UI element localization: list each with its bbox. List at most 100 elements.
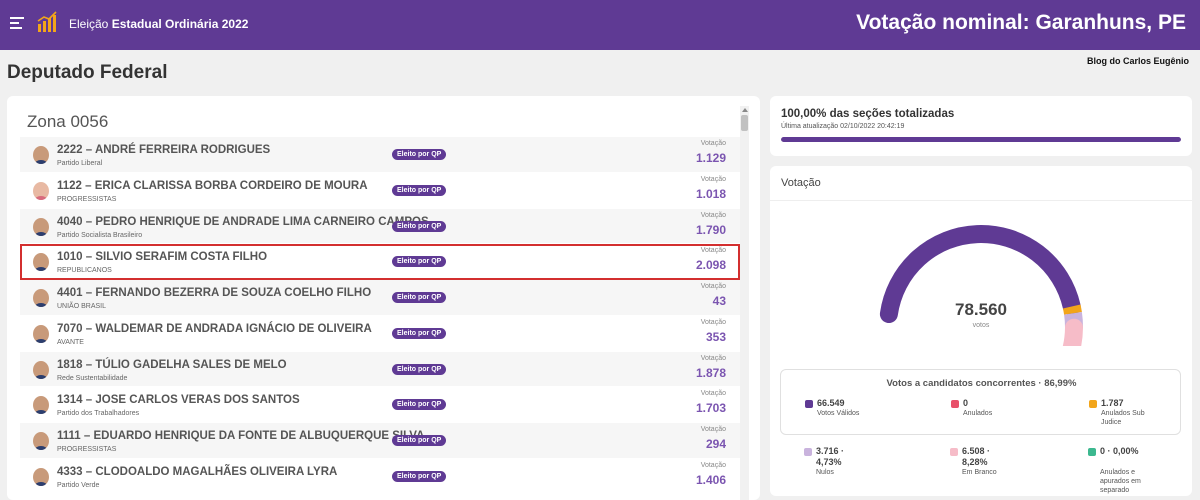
candidate-name: 4040 – PEDRO HENRIQUE DE ANDRADE LIMA CA… bbox=[57, 215, 429, 228]
legend-value: 1.787 bbox=[1101, 398, 1124, 408]
candidate-name: 4333 – CLODOALDO MAGALHÃES OLIVEIRA LYRA bbox=[57, 465, 338, 478]
legend-swatch bbox=[804, 448, 812, 456]
candidate-photo bbox=[33, 467, 49, 486]
candidate-party: Partido dos Trabalhadores bbox=[57, 410, 140, 418]
candidate-party: PROGRESSISTAS bbox=[57, 195, 117, 203]
candidate-name: 1314 – JOSE CARLOS VERAS DOS SANTOS bbox=[57, 394, 300, 407]
candidate-row[interactable]: 1314 – JOSE CARLOS VERAS DOS SANTOS Parti… bbox=[20, 387, 740, 423]
candidate-name: 1122 – ERICA CLARISSA BORBA CORDEIRO DE … bbox=[57, 179, 368, 192]
votes-label: Votação bbox=[700, 354, 726, 362]
legend-label: Anulados bbox=[963, 410, 993, 417]
candidate-name: 1010 – SILVIO SERAFIM COSTA FILHO bbox=[57, 251, 268, 264]
legend-label: Nulos bbox=[816, 469, 834, 476]
legend-swatch bbox=[1089, 400, 1097, 408]
legend-label: Votos Válidos bbox=[817, 410, 860, 417]
candidate-party: Rede Sustentabilidade bbox=[57, 374, 128, 382]
votes-value: 294 bbox=[705, 437, 726, 451]
blog-label: Blog do Carlos Eugênio bbox=[1086, 56, 1189, 66]
progress-card: 100,00% das seções totalizadas Última at… bbox=[770, 96, 1192, 156]
candidate-name: 7070 – WALDEMAR DE ANDRADA IGNÁCIO DE OL… bbox=[57, 322, 372, 335]
candidate-row[interactable]: 1818 – TÚLIO GADELHA SALES DE MELO Rede S… bbox=[20, 351, 740, 388]
status-badge: Eleito por QP bbox=[392, 256, 447, 268]
votes-value: 43 bbox=[712, 294, 726, 308]
candidate-row[interactable]: 4401 – FERNANDO BEZERRA DE SOUZA COELHO … bbox=[20, 280, 740, 316]
votes-label: Votação bbox=[700, 247, 726, 255]
candidate-party: UNIÃO BRASIL bbox=[57, 303, 107, 310]
votes-label: Votação bbox=[700, 175, 726, 183]
scrollbar-thumb[interactable] bbox=[741, 115, 748, 131]
legend-label: Em Branco bbox=[962, 469, 997, 476]
status-badge: Eleito por QP bbox=[392, 184, 447, 196]
candidate-row[interactable]: 4333 – CLODOALDO MAGALHÃES OLIVEIRA LYRA… bbox=[20, 458, 740, 495]
candidate-row[interactable]: 1010 – SILVIO SERAFIM COSTA FILHO REPUBLI… bbox=[20, 244, 740, 280]
candidate-name: 2222 – ANDRÉ FERREIRA RODRIGUES bbox=[57, 144, 271, 156]
candidate-row[interactable]: 7070 – WALDEMAR DE ANDRADA IGNÁCIO DE OL… bbox=[20, 315, 740, 352]
zone-title: Zona 0056 bbox=[27, 112, 109, 131]
votes-label: Votação bbox=[700, 211, 726, 219]
menu-icon[interactable] bbox=[10, 17, 24, 31]
votes-label: Votação bbox=[700, 426, 726, 433]
status-badge: Eleito por QP bbox=[392, 363, 447, 375]
candidate-party: Partido Liberal bbox=[57, 160, 103, 167]
candidate-photo bbox=[33, 396, 49, 415]
legend-swatch bbox=[1088, 448, 1096, 456]
candidate-row[interactable]: 4040 – PEDRO HENRIQUE DE ANDRADE LIMA CA… bbox=[20, 208, 740, 245]
status-badge: Eleito por QP bbox=[392, 435, 447, 446]
gauge-total: 78.560 bbox=[955, 300, 1007, 319]
progress-bar bbox=[781, 137, 1181, 142]
candidate-party: Partido Socialista Brasileiro bbox=[57, 231, 143, 239]
status-badge: Eleito por QP bbox=[392, 149, 447, 160]
gauge-segment bbox=[1062, 318, 1083, 346]
votes-label: Votação bbox=[700, 318, 726, 326]
candidate-party: PROGRESSISTAS bbox=[57, 446, 117, 453]
votes-value: 1.018 bbox=[695, 186, 726, 201]
legend-swatch bbox=[805, 400, 813, 408]
bar-chart-logo-icon bbox=[37, 11, 57, 32]
progress-title: 100,00% das seções totalizadas bbox=[781, 108, 955, 120]
divider bbox=[770, 200, 1192, 201]
status-badge: Eleito por QP bbox=[392, 292, 447, 303]
candidate-photo bbox=[33, 181, 49, 200]
votes-value: 1.406 bbox=[695, 472, 726, 487]
legend-swatch bbox=[951, 400, 959, 408]
status-badge: Eleito por QP bbox=[392, 470, 447, 482]
votes-value: 1.129 bbox=[695, 151, 726, 165]
candidate-photo bbox=[33, 253, 49, 272]
legend-label: Anulados Sub Judice bbox=[1101, 410, 1145, 426]
candidate-list: 2222 – ANDRÉ FERREIRA RODRIGUES Partido L… bbox=[20, 137, 740, 495]
votacao-title: Votação bbox=[781, 177, 821, 189]
legend-value: 3.716 · 4,73% bbox=[816, 446, 845, 467]
votes-value: 1.790 bbox=[695, 222, 726, 237]
votes-value: 353 bbox=[705, 329, 726, 344]
candidate-party: REPUBLICANOS bbox=[57, 267, 112, 275]
legend-value: 0 bbox=[963, 398, 969, 408]
status-badge: Eleito por QP bbox=[392, 399, 447, 411]
candidate-name: 1111 – EDUARDO HENRIQUE DA FONTE DE ALBU… bbox=[57, 430, 425, 442]
gauge-unit: votos bbox=[972, 322, 990, 329]
last-update-text: Última atualização 02/10/2022 20:42:19 bbox=[781, 123, 905, 130]
page-heading: Votação nominal: Garanhuns, PE bbox=[856, 11, 1186, 34]
progress-bar-fill bbox=[781, 137, 1181, 142]
candidate-row[interactable]: 2222 – ANDRÉ FERREIRA RODRIGUES Partido L… bbox=[20, 137, 740, 173]
votes-value: 1.703 bbox=[695, 401, 726, 416]
votes-label: Votação bbox=[700, 283, 726, 290]
candidate-name: 1818 – TÚLIO GADELHA SALES DE MELO bbox=[57, 358, 287, 371]
candidate-row[interactable]: 1122 – ERICA CLARISSA BORBA CORDEIRO DE … bbox=[20, 172, 740, 209]
office-title: Deputado Federal bbox=[7, 62, 168, 83]
candidate-photo bbox=[33, 432, 49, 450]
legend-heading: Votos a candidatos concorrentes · 86,99% bbox=[886, 378, 1077, 389]
legend-value: 6.508 · 8,28% bbox=[962, 446, 991, 467]
scroll-up-arrow-icon[interactable] bbox=[742, 108, 748, 112]
candidate-party: AVANTE bbox=[57, 338, 84, 346]
legend-value: 0 · 0,00% bbox=[1100, 446, 1139, 456]
candidate-photo bbox=[33, 217, 49, 236]
candidate-party: Partido Verde bbox=[57, 481, 100, 489]
scrollbar[interactable] bbox=[740, 106, 749, 500]
votes-label: Votação bbox=[700, 390, 726, 398]
top-bar: Eleição Estadual Ordinária 2022 Votação … bbox=[0, 0, 1200, 50]
candidate-photo bbox=[33, 324, 49, 343]
candidate-row[interactable]: 1111 – EDUARDO HENRIQUE DA FONTE DE ALBU… bbox=[20, 423, 740, 459]
app-title: Eleição Estadual Ordinária 2022 bbox=[69, 17, 249, 31]
legend-label: Anulados e apurados em separado bbox=[1100, 469, 1141, 494]
candidate-photo bbox=[33, 289, 49, 307]
